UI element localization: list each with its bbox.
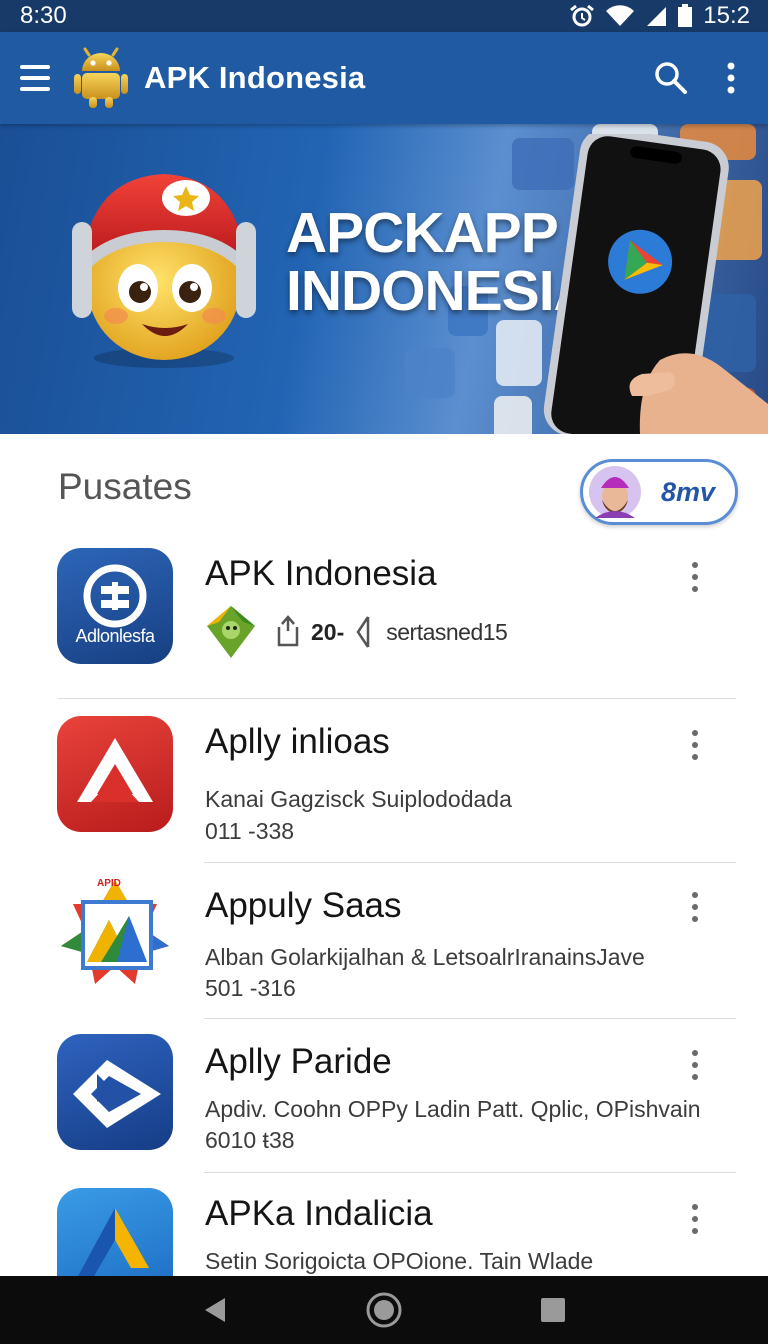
app-meta-row: 20- sertasned15 xyxy=(205,604,508,660)
app-icon-apk-indonesia: Adlonlesfa xyxy=(57,548,173,664)
more-options-icon[interactable] xyxy=(686,1050,704,1080)
list-divider xyxy=(204,1018,736,1019)
app-title: APK Indonesia xyxy=(144,60,366,95)
list-divider xyxy=(58,698,736,699)
alarm-icon xyxy=(570,4,595,27)
recents-square-icon[interactable] xyxy=(523,1280,583,1340)
app-icon-apka-indalicia xyxy=(57,1188,173,1276)
search-icon[interactable] xyxy=(654,61,688,95)
status-bar: 8:30 15:2 xyxy=(0,0,768,32)
status-time-left: 8:30 xyxy=(20,2,67,29)
app-title: APK Indonesia xyxy=(205,554,437,593)
app-number: 501 -316 xyxy=(205,975,296,1001)
more-options-icon[interactable] xyxy=(686,892,704,922)
section-title: Pusates xyxy=(58,466,192,507)
share-icon xyxy=(356,616,370,648)
more-vert-icon[interactable] xyxy=(726,62,736,94)
hamburger-menu-icon[interactable] xyxy=(20,65,50,91)
app-list-item[interactable]: Aplly inlioas Kanai Gagzisck Suiplodoḋad… xyxy=(0,716,768,862)
decorative-app-tile xyxy=(405,348,455,398)
more-options-icon[interactable] xyxy=(686,1204,704,1234)
status-icons: 15:2 xyxy=(569,2,750,30)
download-icon xyxy=(277,615,299,647)
app-download-count: 20- xyxy=(311,618,345,645)
more-options-icon[interactable] xyxy=(686,562,704,592)
status-time-right: 15:2 xyxy=(703,2,750,29)
app-subtitle: Kanai Gagzisck Suiplodoḋada xyxy=(205,786,512,812)
app-subtitle: Alban Golarkijalhan & LetsoalrIranainsJa… xyxy=(205,944,645,970)
battery-icon xyxy=(678,4,693,27)
back-triangle-icon[interactable] xyxy=(185,1280,245,1340)
phone-illustration xyxy=(543,134,768,434)
game-badge-icon xyxy=(207,606,255,658)
app-icon-aplly-inlioas xyxy=(57,716,173,832)
app-subtitle: Apdiv. Coohn OPPy Ladin Patt. Qplic, OPi… xyxy=(205,1096,701,1122)
app-list-item[interactable]: Aplly Paride Apdiv. Coohn OPPy Ladin Pat… xyxy=(0,1034,768,1172)
app-title: Aplly Paride xyxy=(205,1042,392,1081)
avatar xyxy=(589,466,641,518)
app-number: 6010 ŧ38 xyxy=(205,1127,295,1153)
home-circle-icon[interactable] xyxy=(354,1280,414,1340)
list-divider xyxy=(204,862,736,863)
profile-button[interactable]: 8mv xyxy=(580,459,738,525)
app-icon-appuly-saas: APID xyxy=(57,876,173,992)
app-icon-aplly-paride xyxy=(57,1034,173,1150)
app-number: 011 -338 xyxy=(205,818,295,844)
app-title: Aplly inlioas xyxy=(205,722,390,761)
list-divider xyxy=(204,1172,736,1173)
profile-button-label: 8mv xyxy=(661,476,716,507)
wifi-icon xyxy=(606,5,635,26)
android-robot-logo xyxy=(74,47,128,108)
app-icon-label: APID xyxy=(97,878,121,889)
promo-banner[interactable]: APCKAPP INDONESIA xyxy=(0,124,768,434)
app-bar: APK Indonesia xyxy=(0,32,768,124)
mascot-illustration xyxy=(72,174,256,368)
app-meta-label: sertasned15 xyxy=(386,618,508,645)
app-icon-label: Adlonlesfa xyxy=(75,626,155,646)
app-list-item[interactable]: APID Appuly Saas Alban Golarkijalhan & L… xyxy=(0,876,768,1018)
app-title: Appuly Saas xyxy=(205,886,402,925)
app-title: APKa Indalicia xyxy=(205,1194,433,1233)
app-list-item[interactable]: APKa Indalicia Setin Sorigoicta OPOione.… xyxy=(0,1188,768,1276)
more-options-icon[interactable] xyxy=(686,730,704,760)
system-nav-bar xyxy=(0,1276,768,1344)
signal-icon xyxy=(647,7,667,26)
app-subtitle: Setin Sorigoicta OPOione. Tain Wlade xyxy=(205,1248,594,1274)
